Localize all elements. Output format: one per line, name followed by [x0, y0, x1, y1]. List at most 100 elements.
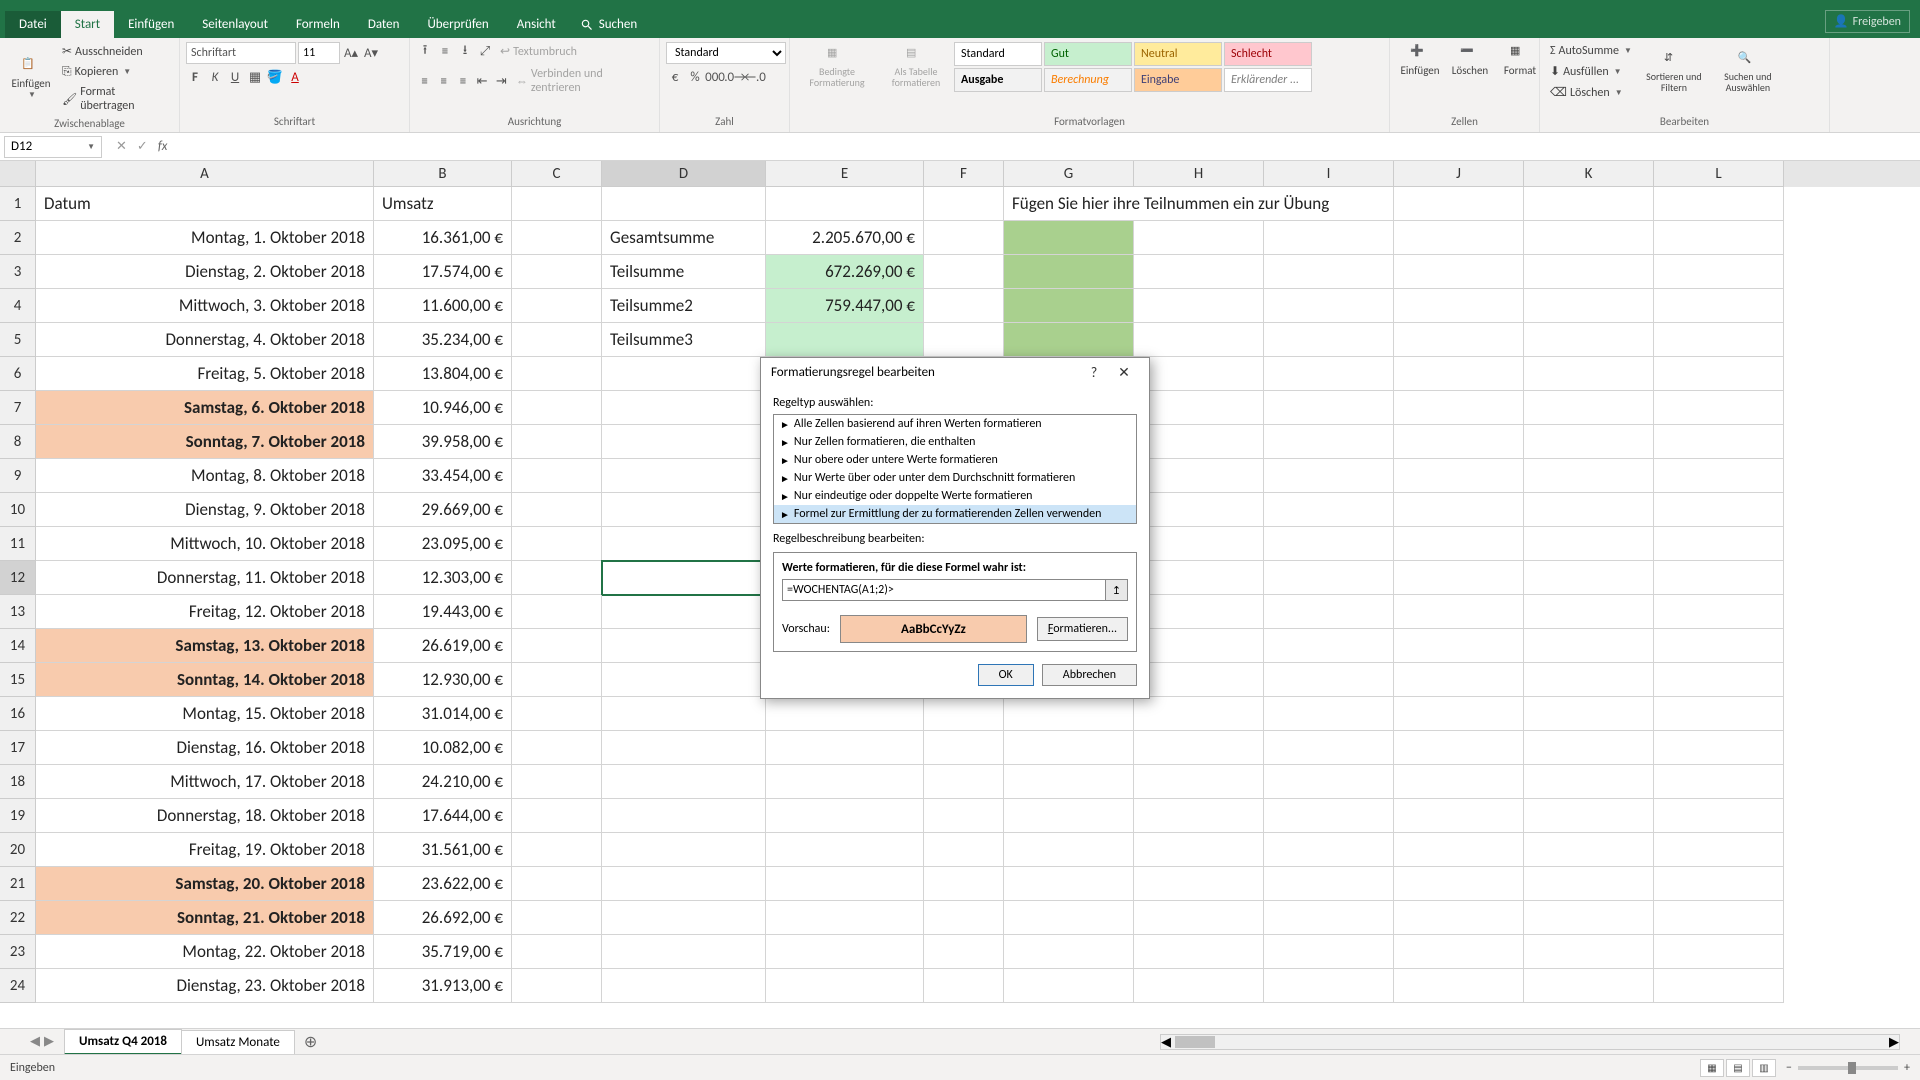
- cell[interactable]: [602, 731, 766, 765]
- cell[interactable]: [1654, 833, 1784, 867]
- column-header[interactable]: J: [1394, 161, 1524, 187]
- cell[interactable]: [1264, 459, 1394, 493]
- cell[interactable]: Samstag, 13. Oktober 2018: [36, 629, 374, 663]
- italic-button[interactable]: K: [206, 68, 224, 86]
- cell[interactable]: [1654, 765, 1784, 799]
- cell[interactable]: [602, 765, 766, 799]
- tab-file[interactable]: Datei: [5, 11, 61, 38]
- cell[interactable]: [1394, 799, 1524, 833]
- cell[interactable]: [1134, 799, 1264, 833]
- cell[interactable]: [1134, 697, 1264, 731]
- cell[interactable]: [1264, 799, 1394, 833]
- cell[interactable]: [602, 663, 766, 697]
- cell[interactable]: 26.619,00 €: [374, 629, 512, 663]
- cell[interactable]: [1004, 221, 1134, 255]
- cell[interactable]: [1394, 323, 1524, 357]
- cell[interactable]: [1394, 459, 1524, 493]
- cell[interactable]: [1654, 799, 1784, 833]
- cell[interactable]: Donnerstag, 11. Oktober 2018: [36, 561, 374, 595]
- align-middle-button[interactable]: ≡: [436, 43, 454, 61]
- cell[interactable]: Dienstag, 2. Oktober 2018: [36, 255, 374, 289]
- cell[interactable]: [512, 221, 602, 255]
- row-header[interactable]: 14: [0, 629, 36, 663]
- indent-dec-button[interactable]: ⇤: [474, 72, 491, 90]
- cell[interactable]: [1654, 629, 1784, 663]
- cell[interactable]: 672.269,00 €: [766, 255, 924, 289]
- cell[interactable]: [1524, 697, 1654, 731]
- cell[interactable]: [1524, 255, 1654, 289]
- align-bottom-button[interactable]: ⭳: [456, 43, 474, 61]
- align-top-button[interactable]: ⭱: [416, 43, 434, 61]
- cell[interactable]: [1264, 493, 1394, 527]
- cell[interactable]: [1134, 731, 1264, 765]
- row-header[interactable]: 17: [0, 731, 36, 765]
- cell[interactable]: [1264, 357, 1394, 391]
- horizontal-scrollbar[interactable]: ◀▶: [1160, 1034, 1900, 1050]
- cell[interactable]: [766, 187, 924, 221]
- wrap-text-button[interactable]: ↩Textumbruch: [496, 42, 581, 61]
- cell[interactable]: [602, 935, 766, 969]
- style-standard[interactable]: Standard: [954, 42, 1042, 66]
- cell[interactable]: Mittwoch, 10. Oktober 2018: [36, 527, 374, 561]
- style-output[interactable]: Ausgabe: [954, 68, 1042, 92]
- cell[interactable]: [1394, 867, 1524, 901]
- cell-styles-gallery[interactable]: Standard Gut Neutral Schlecht Ausgabe Be…: [954, 42, 1312, 92]
- sheet-tab-other[interactable]: Umsatz Monate: [181, 1030, 295, 1054]
- cell[interactable]: [1134, 425, 1264, 459]
- cell[interactable]: [512, 323, 602, 357]
- cell[interactable]: [1524, 799, 1654, 833]
- cell[interactable]: [512, 391, 602, 425]
- cell[interactable]: [512, 799, 602, 833]
- cell[interactable]: [1524, 323, 1654, 357]
- column-header[interactable]: E: [766, 161, 924, 187]
- cell[interactable]: [766, 867, 924, 901]
- column-header[interactable]: C: [512, 161, 602, 187]
- cell[interactable]: [512, 629, 602, 663]
- cell[interactable]: [1134, 765, 1264, 799]
- row-header[interactable]: 3: [0, 255, 36, 289]
- range-picker-button[interactable]: ↥: [1106, 579, 1128, 601]
- cell[interactable]: [1524, 663, 1654, 697]
- find-select-button[interactable]: 🔍Suchen und Auswählen: [1712, 49, 1784, 95]
- row-header[interactable]: 4: [0, 289, 36, 323]
- cell[interactable]: [1004, 901, 1134, 935]
- cell[interactable]: Dienstag, 9. Oktober 2018: [36, 493, 374, 527]
- cell[interactable]: [1394, 221, 1524, 255]
- cell[interactable]: [512, 459, 602, 493]
- cell[interactable]: [1524, 765, 1654, 799]
- cell[interactable]: 35.234,00 €: [374, 323, 512, 357]
- cell[interactable]: [602, 629, 766, 663]
- cell[interactable]: [1524, 629, 1654, 663]
- column-header[interactable]: I: [1264, 161, 1394, 187]
- cell[interactable]: [602, 425, 766, 459]
- cell[interactable]: [1524, 561, 1654, 595]
- cell[interactable]: [1134, 493, 1264, 527]
- number-format-combo[interactable]: Standard: [666, 42, 786, 64]
- cell[interactable]: [1134, 595, 1264, 629]
- cell[interactable]: Dienstag, 23. Oktober 2018: [36, 969, 374, 1003]
- currency-button[interactable]: €: [666, 68, 684, 86]
- column-header[interactable]: D: [602, 161, 766, 187]
- tab-layout[interactable]: Seitenlayout: [188, 11, 282, 38]
- page-layout-view-button[interactable]: ▤: [1726, 1059, 1750, 1077]
- cell[interactable]: [1264, 629, 1394, 663]
- copy-button[interactable]: ⎘Kopieren▼: [58, 63, 173, 81]
- cell[interactable]: [1394, 289, 1524, 323]
- cell[interactable]: [1654, 697, 1784, 731]
- cell[interactable]: [512, 561, 602, 595]
- cell[interactable]: [1264, 901, 1394, 935]
- cell[interactable]: [1524, 391, 1654, 425]
- cell[interactable]: [1394, 765, 1524, 799]
- cell[interactable]: [1524, 187, 1654, 221]
- cell[interactable]: [1134, 459, 1264, 493]
- cell[interactable]: [1524, 527, 1654, 561]
- cell[interactable]: Donnerstag, 4. Oktober 2018: [36, 323, 374, 357]
- font-size-combo[interactable]: [298, 42, 340, 64]
- column-header[interactable]: F: [924, 161, 1004, 187]
- cell[interactable]: [1524, 289, 1654, 323]
- cell[interactable]: [1134, 969, 1264, 1003]
- cell[interactable]: 2.205.670,00 €: [766, 221, 924, 255]
- row-header[interactable]: 11: [0, 527, 36, 561]
- autosum-button[interactable]: ΣAutoSumme▼: [1546, 42, 1636, 60]
- cell[interactable]: [1654, 425, 1784, 459]
